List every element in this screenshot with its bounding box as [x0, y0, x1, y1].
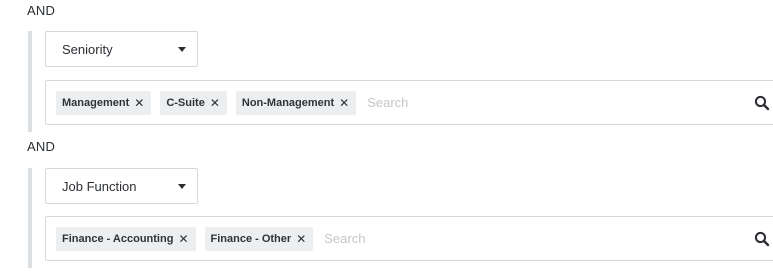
tag-chip: C-Suite ✕ — [160, 90, 227, 115]
tag-label: C-Suite — [166, 96, 205, 109]
seniority-field-select[interactable]: Seniority — [45, 31, 198, 67]
and-connector-label: AND — [27, 139, 56, 154]
seniority-tag-input[interactable]: Management ✕ C-Suite ✕ Non-Management ✕ — [45, 80, 773, 125]
x-icon[interactable]: ✕ — [210, 97, 220, 109]
tag-label: Management — [62, 96, 130, 109]
chevron-down-icon — [178, 184, 186, 189]
tag-label: Finance - Accounting — [62, 232, 174, 245]
job-function-tag-input[interactable]: Finance - Accounting ✕ Finance - Other ✕ — [45, 216, 773, 261]
group-indent-bar — [28, 31, 32, 132]
search-icon[interactable] — [754, 231, 770, 247]
filter-builder: AND Seniority Management ✕ C-Suite ✕ Non… — [0, 0, 773, 276]
tag-label: Non-Management — [241, 96, 335, 109]
search-input[interactable] — [367, 95, 568, 110]
select-label: Seniority — [62, 41, 113, 57]
tag-chip: Finance - Accounting ✕ — [56, 226, 196, 251]
tag-chip: Non-Management ✕ — [235, 90, 357, 115]
tag-label: Finance - Other — [210, 232, 292, 245]
tag-chip: Management ✕ — [56, 90, 152, 115]
filter-group-seniority: Seniority Management ✕ C-Suite ✕ Non-Man… — [28, 31, 773, 132]
tag-chip: Finance - Other ✕ — [204, 226, 314, 251]
search-icon[interactable] — [754, 95, 770, 111]
x-icon[interactable]: ✕ — [296, 233, 306, 245]
chevron-down-icon — [178, 47, 186, 52]
x-icon[interactable]: ✕ — [134, 97, 144, 109]
x-icon[interactable]: ✕ — [178, 233, 188, 245]
filter-group-job-function: Job Function Finance - Accounting ✕ Fina… — [28, 168, 773, 268]
x-icon[interactable]: ✕ — [339, 97, 349, 109]
select-label: Job Function — [62, 178, 137, 194]
search-input[interactable] — [324, 231, 525, 246]
and-connector-label: AND — [27, 3, 56, 18]
job-function-field-select[interactable]: Job Function — [45, 168, 198, 204]
group-indent-bar — [28, 168, 32, 268]
